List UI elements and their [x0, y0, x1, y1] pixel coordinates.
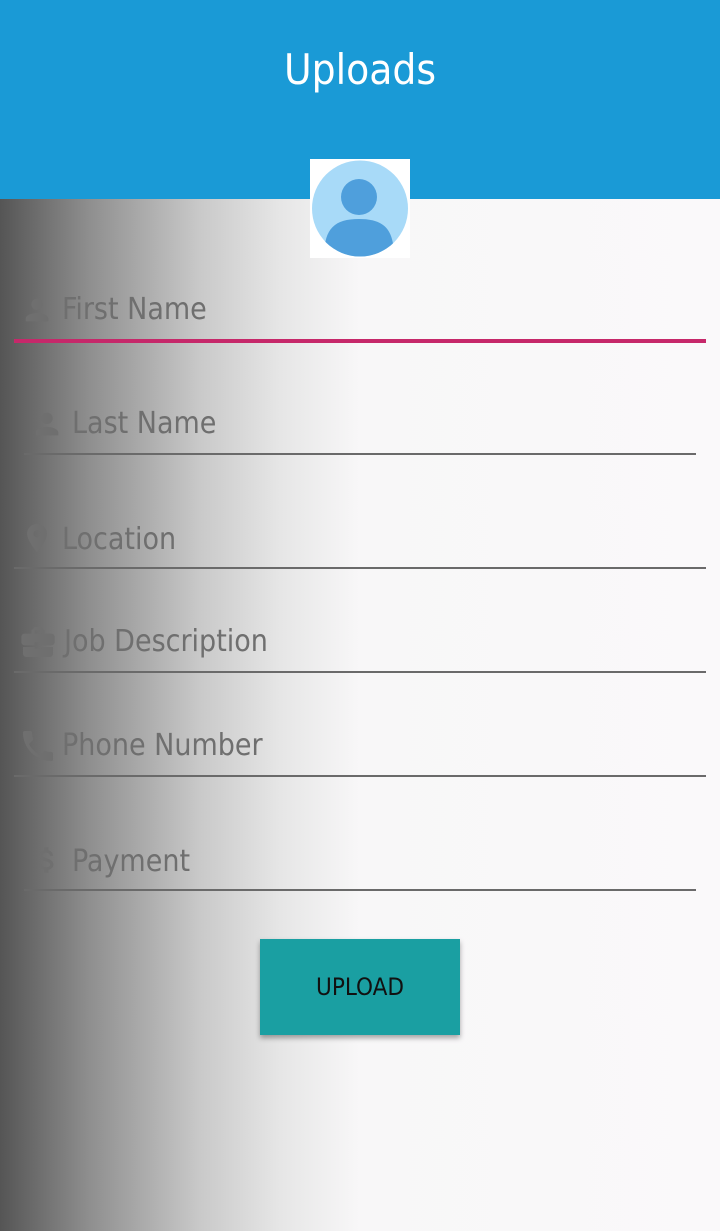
phone-number-placeholder: Phone Number	[62, 728, 263, 763]
phone-icon	[23, 731, 53, 761]
first-name-placeholder: First Name	[62, 292, 207, 327]
job-description-field[interactable]: Job Description	[14, 616, 706, 674]
job-description-underline	[14, 671, 706, 673]
person-icon	[25, 298, 49, 322]
payment-underline	[24, 889, 696, 891]
last-name-field[interactable]: Last Name	[24, 398, 696, 456]
briefcase-icon	[21, 627, 55, 657]
payment-placeholder: Payment	[72, 844, 191, 879]
location-underline	[14, 567, 706, 569]
upload-button[interactable]: UPLOAD	[260, 939, 460, 1035]
person-avatar-icon	[312, 160, 408, 257]
payment-field[interactable]: Payment	[24, 834, 696, 892]
dollar-icon	[38, 847, 54, 873]
location-field[interactable]: Location	[14, 512, 706, 570]
first-name-underline	[14, 339, 706, 343]
last-name-underline	[24, 453, 696, 455]
location-placeholder: Location	[62, 522, 177, 557]
phone-number-field[interactable]: Phone Number	[14, 720, 706, 778]
location-pin-icon	[27, 523, 47, 553]
first-name-field[interactable]: First Name	[14, 284, 706, 344]
person-icon	[35, 412, 59, 436]
profile-avatar[interactable]	[310, 159, 410, 258]
page-title: Uploads	[283, 45, 437, 94]
phone-number-underline	[14, 775, 706, 777]
job-description-placeholder: Job Description	[64, 624, 268, 659]
last-name-placeholder: Last Name	[72, 406, 217, 441]
